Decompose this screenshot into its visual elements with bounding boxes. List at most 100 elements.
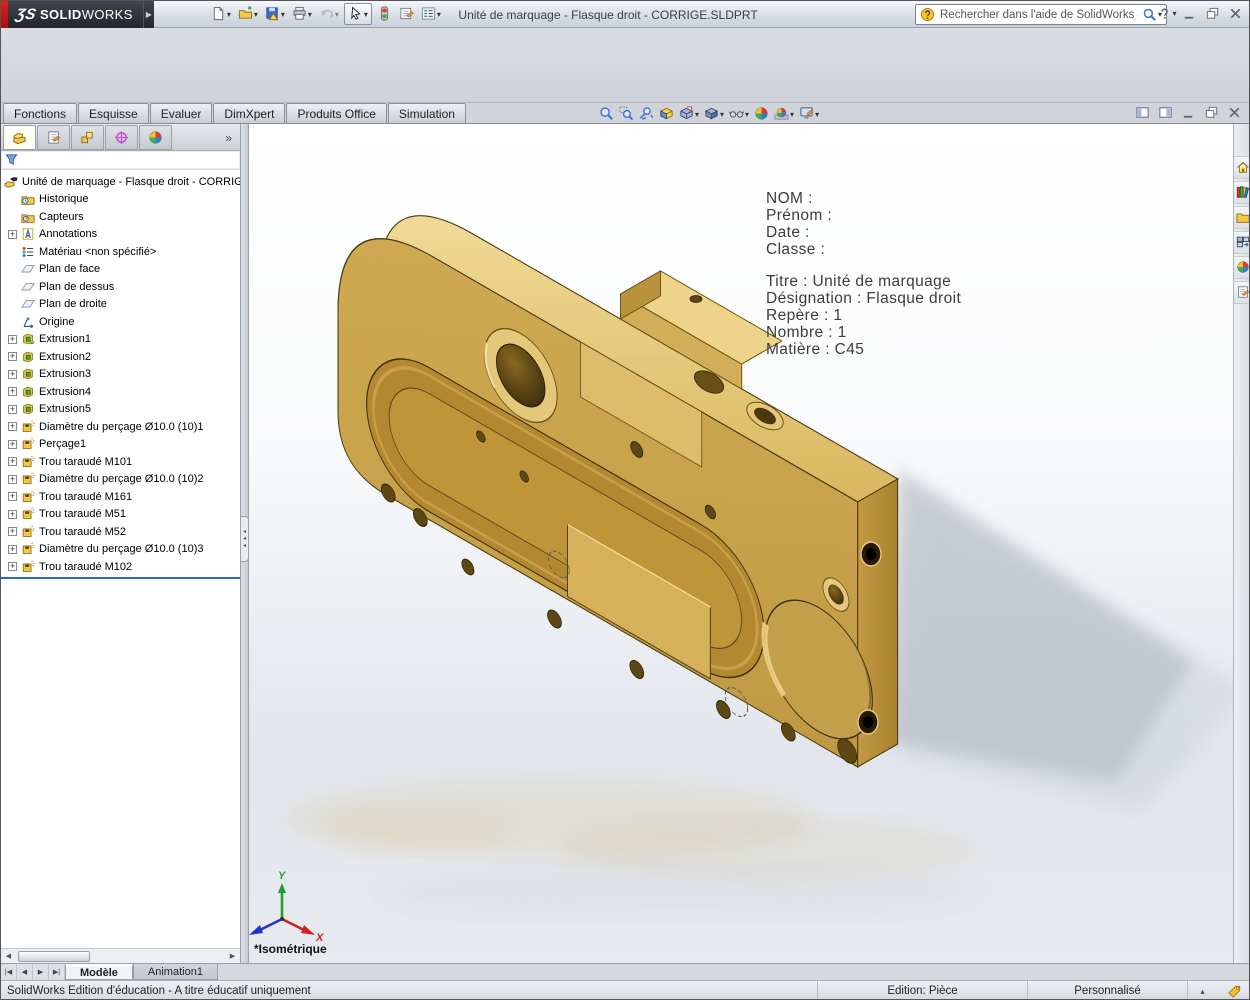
- tab-nav-prev[interactable]: ◀: [17, 964, 33, 980]
- tree-item-plan-de-dessus[interactable]: Plan de dessus: [1, 278, 240, 296]
- taskpane-custom-properties-button[interactable]: [1234, 281, 1250, 304]
- window-minimize-button[interactable]: [1180, 4, 1199, 23]
- tree-item-diametre-du-percage-10-0-10-1[interactable]: +Diamètre du perçage Ø10.0 (10)1: [1, 418, 240, 436]
- tree-item-trou-taraude-m51[interactable]: +Trou taraudé M51: [1, 506, 240, 524]
- taskpane-design-library-button[interactable]: [1234, 181, 1250, 204]
- panel-collapse-handle[interactable]: ◂◂◂: [241, 516, 249, 562]
- tab-modele[interactable]: Modèle: [65, 964, 133, 980]
- undo-button[interactable]: ▾: [317, 3, 341, 25]
- tree-item-origine[interactable]: Origine: [1, 313, 240, 331]
- expand-toggle[interactable]: +: [8, 335, 17, 344]
- edit-appearance-button[interactable]: [754, 105, 769, 123]
- panel-tab-displaymanager[interactable]: [139, 125, 172, 150]
- tree-item-diametre-du-percage-10-0-10-3[interactable]: +Diamètre du perçage Ø10.0 (10)3: [1, 541, 240, 559]
- dropdown-arrow[interactable]: ▾: [815, 110, 819, 119]
- panel-tabs-overflow[interactable]: »: [219, 125, 238, 150]
- tab-esquisse[interactable]: Esquisse: [78, 103, 149, 124]
- section-view-button[interactable]: [659, 105, 674, 123]
- doc-restore-button[interactable]: [1203, 105, 1220, 120]
- open-button[interactable]: ▾: [236, 3, 260, 25]
- expand-toggle[interactable]: +: [8, 387, 17, 396]
- tree-item-trou-taraude-m52[interactable]: +Trou taraudé M52: [1, 523, 240, 541]
- tree-item-trou-taraude-m102[interactable]: +Trou taraudé M102: [1, 558, 240, 576]
- dropdown-arrow[interactable]: ▾: [335, 10, 339, 19]
- scroll-right-arrow[interactable]: ▶: [225, 949, 240, 963]
- tab-produits-office[interactable]: Produits Office: [286, 103, 386, 124]
- hide-show-items-button[interactable]: ▾: [729, 105, 749, 123]
- expand-toggle[interactable]: +: [8, 492, 17, 501]
- expand-toggle[interactable]: +: [8, 510, 17, 519]
- status-dropdown-arrow[interactable]: ▴: [1187, 981, 1217, 1000]
- doc-pane-left-button[interactable]: [1134, 105, 1151, 120]
- dropdown-arrow[interactable]: ▾: [790, 110, 794, 119]
- zoom-flyby-button[interactable]: [639, 105, 654, 123]
- apply-scene-button[interactable]: ▾: [774, 105, 794, 123]
- save-button[interactable]: ▾: [263, 3, 287, 25]
- print-button[interactable]: ▾: [290, 3, 314, 25]
- search-icon[interactable]: [1142, 6, 1157, 24]
- tree-item-historique[interactable]: Historique: [1, 191, 240, 209]
- expand-toggle[interactable]: +: [8, 422, 17, 431]
- panel-tab-propertymanager[interactable]: [37, 125, 70, 150]
- doc-pane-right-button[interactable]: [1157, 105, 1174, 120]
- tab-nav-last[interactable]: ▶|: [49, 964, 65, 980]
- expand-toggle[interactable]: +: [8, 352, 17, 361]
- taskpane-appearances-button[interactable]: [1234, 256, 1250, 279]
- new-document-button[interactable]: ▾: [209, 3, 233, 25]
- taskpane-home-button[interactable]: [1234, 156, 1250, 179]
- doc-minimize-button[interactable]: [1180, 105, 1197, 120]
- expand-toggle[interactable]: +: [8, 440, 17, 449]
- expand-toggle[interactable]: +: [8, 457, 17, 466]
- graphics-viewport[interactable]: Y X Z NOM :Prénom :Date :Classe : Titre …: [249, 124, 1233, 963]
- tree-item-plan-de-droite[interactable]: Plan de droite: [1, 296, 240, 314]
- taskpane-view-palette-button[interactable]: [1234, 231, 1250, 254]
- tree-item-extrusion4[interactable]: +Extrusion4: [1, 383, 240, 401]
- tab-nav-next[interactable]: ▶: [33, 964, 49, 980]
- taskpane-file-explorer-button[interactable]: [1234, 206, 1250, 229]
- dropdown-arrow[interactable]: ▾: [745, 110, 749, 119]
- dropdown-arrow[interactable]: ▾: [720, 110, 724, 119]
- panel-splitter[interactable]: ◂◂◂: [241, 124, 249, 963]
- dropdown-arrow[interactable]: ▾: [227, 10, 231, 19]
- view-orientation-button[interactable]: ▾: [679, 105, 699, 123]
- scroll-left-arrow[interactable]: ◀: [1, 949, 16, 963]
- tab-nav-first[interactable]: |◀: [1, 964, 17, 980]
- panel-tab-featuremanager[interactable]: [3, 125, 36, 150]
- tag-icon[interactable]: [1217, 981, 1250, 1000]
- window-close-button[interactable]: [1226, 4, 1245, 23]
- dropdown-arrow[interactable]: ▾: [364, 10, 368, 19]
- tree-item-diametre-du-percage-10-0-10-2[interactable]: +Diamètre du perçage Ø10.0 (10)2: [1, 471, 240, 489]
- dropdown-arrow[interactable]: ▾: [308, 10, 312, 19]
- tree-horizontal-scrollbar[interactable]: ◀ ▶: [1, 948, 240, 963]
- expand-toggle[interactable]: +: [8, 545, 17, 554]
- dropdown-arrow[interactable]: ▾: [1173, 9, 1177, 18]
- tree-item-trou-taraude-m101[interactable]: +Trou taraudé M101: [1, 453, 240, 471]
- select-button[interactable]: ▾: [344, 3, 372, 25]
- window-restore-button[interactable]: [1203, 4, 1222, 23]
- tree-item-capteurs[interactable]: Capteurs: [1, 208, 240, 226]
- tree-item-extrusion1[interactable]: +Extrusion1: [1, 331, 240, 349]
- tree-item-extrusion5[interactable]: +Extrusion5: [1, 401, 240, 419]
- doc-close-button[interactable]: [1226, 105, 1243, 120]
- panel-tab-configurationmanager[interactable]: [71, 125, 104, 150]
- help-search-input[interactable]: Rechercher dans l'aide de SolidWorks ▾: [915, 4, 1167, 25]
- zoom-fit-button[interactable]: [599, 105, 614, 123]
- tab-fonctions[interactable]: Fonctions: [3, 103, 77, 124]
- tree-filter-row[interactable]: [1, 151, 240, 170]
- dropdown-arrow[interactable]: ▾: [281, 10, 285, 19]
- expand-toggle[interactable]: +: [8, 230, 17, 239]
- window-help-button[interactable]: ▾: [1157, 4, 1176, 23]
- tab-simulation[interactable]: Simulation: [388, 103, 466, 124]
- expand-toggle[interactable]: +: [8, 405, 17, 414]
- tree-item-materiau-non-specifie[interactable]: Matériau <non spécifié>: [1, 243, 240, 261]
- dropdown-arrow[interactable]: ▾: [695, 110, 699, 119]
- status-custom-toolbar[interactable]: Personnalisé: [1027, 981, 1187, 1000]
- expand-toggle[interactable]: +: [8, 527, 17, 536]
- tree-item-annotations[interactable]: +Annotations: [1, 226, 240, 244]
- display-style-button[interactable]: ▾: [704, 105, 724, 123]
- tab-evaluer[interactable]: Evaluer: [150, 103, 213, 124]
- scrollbar-thumb[interactable]: [18, 951, 90, 962]
- view-settings-button[interactable]: ▾: [799, 105, 819, 123]
- tree-item-trou-taraude-m161[interactable]: +Trou taraudé M161: [1, 488, 240, 506]
- tab-dimxpert[interactable]: DimXpert: [213, 103, 285, 124]
